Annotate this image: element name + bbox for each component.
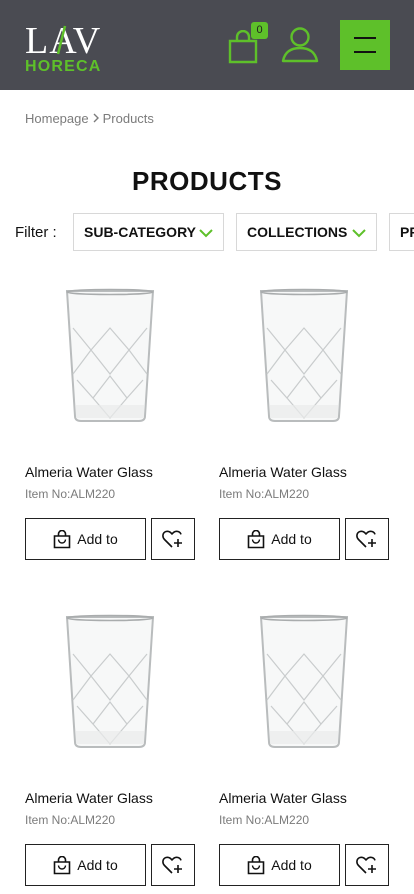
product-name[interactable]: Almeria Water Glass xyxy=(219,464,347,480)
product-image-water-glass[interactable] xyxy=(259,288,349,424)
breadcrumb-current: Products xyxy=(102,111,154,126)
hamburger-menu-button[interactable] xyxy=(340,20,390,70)
product-image-water-glass[interactable] xyxy=(259,614,349,750)
add-to-cart-label: Add to xyxy=(271,857,312,873)
filter-bar: Filter : SUB-CATEGORY COLLECTIONS PRODUC… xyxy=(0,213,414,251)
logo-accent-mark xyxy=(56,25,67,55)
product-image-water-glass[interactable] xyxy=(65,288,155,424)
product-name[interactable]: Almeria Water Glass xyxy=(25,464,153,480)
add-to-cart-label: Add to xyxy=(271,531,312,547)
hamburger-menu-icon-line-2 xyxy=(354,51,376,53)
heart-plus-icon xyxy=(356,856,376,874)
filter-product-type-dropdown[interactable]: PRODUCT TYPE xyxy=(389,213,414,251)
product-sku: Item No:ALM220 xyxy=(219,487,310,501)
add-to-cart-label: Add to xyxy=(77,857,118,873)
add-to-wishlist-button[interactable] xyxy=(151,518,195,560)
shopping-bag-icon xyxy=(247,855,265,874)
site-header: LAV HORECA 0 xyxy=(0,0,414,90)
heart-plus-icon xyxy=(162,530,182,548)
product-image-water-glass[interactable] xyxy=(65,614,155,750)
heart-plus-icon xyxy=(356,530,376,548)
filter-sub-category-label: SUB-CATEGORY xyxy=(84,224,196,240)
heart-plus-icon xyxy=(162,856,182,874)
shopping-bag-icon xyxy=(53,855,71,874)
hamburger-menu-icon-line-1 xyxy=(354,37,376,39)
shopping-bag-icon xyxy=(53,529,71,548)
breadcrumb: Homepage Products xyxy=(25,111,154,126)
add-to-wishlist-button[interactable] xyxy=(345,844,389,886)
product-sku: Item No:ALM220 xyxy=(25,813,116,827)
add-to-cart-label: Add to xyxy=(77,531,118,547)
filter-collections-label: COLLECTIONS xyxy=(247,224,348,240)
cart-count-badge: 0 xyxy=(251,22,268,39)
account-button[interactable] xyxy=(280,24,320,64)
product-name[interactable]: Almeria Water Glass xyxy=(219,790,347,806)
filter-label: Filter : xyxy=(15,224,57,241)
filter-sub-category-dropdown[interactable]: SUB-CATEGORY xyxy=(73,213,224,251)
logo-wordmark-horeca: HORECA xyxy=(25,58,102,75)
chevron-right-icon xyxy=(89,112,103,126)
filter-product-type-label: PRODUCT TYPE xyxy=(400,224,414,240)
product-sku: Item No:ALM220 xyxy=(219,813,310,827)
breadcrumb-home-link[interactable]: Homepage xyxy=(25,111,89,126)
lav-horeca-logo[interactable]: LAV HORECA xyxy=(25,22,105,78)
shopping-bag-icon xyxy=(247,529,265,548)
chevron-down-icon xyxy=(199,229,213,238)
add-to-cart-button[interactable]: Add to xyxy=(219,518,340,560)
add-to-cart-button[interactable]: Add to xyxy=(25,844,146,886)
product-name[interactable]: Almeria Water Glass xyxy=(25,790,153,806)
add-to-cart-button[interactable]: Add to xyxy=(219,844,340,886)
add-to-wishlist-button[interactable] xyxy=(345,518,389,560)
add-to-wishlist-button[interactable] xyxy=(151,844,195,886)
page-title: PRODUCTS xyxy=(132,166,282,196)
cart-button[interactable]: 0 xyxy=(228,22,272,66)
product-sku: Item No:ALM220 xyxy=(25,487,116,501)
user-icon xyxy=(281,27,319,63)
chevron-down-icon xyxy=(352,229,366,238)
add-to-cart-button[interactable]: Add to xyxy=(25,518,146,560)
filter-collections-dropdown[interactable]: COLLECTIONS xyxy=(236,213,377,251)
